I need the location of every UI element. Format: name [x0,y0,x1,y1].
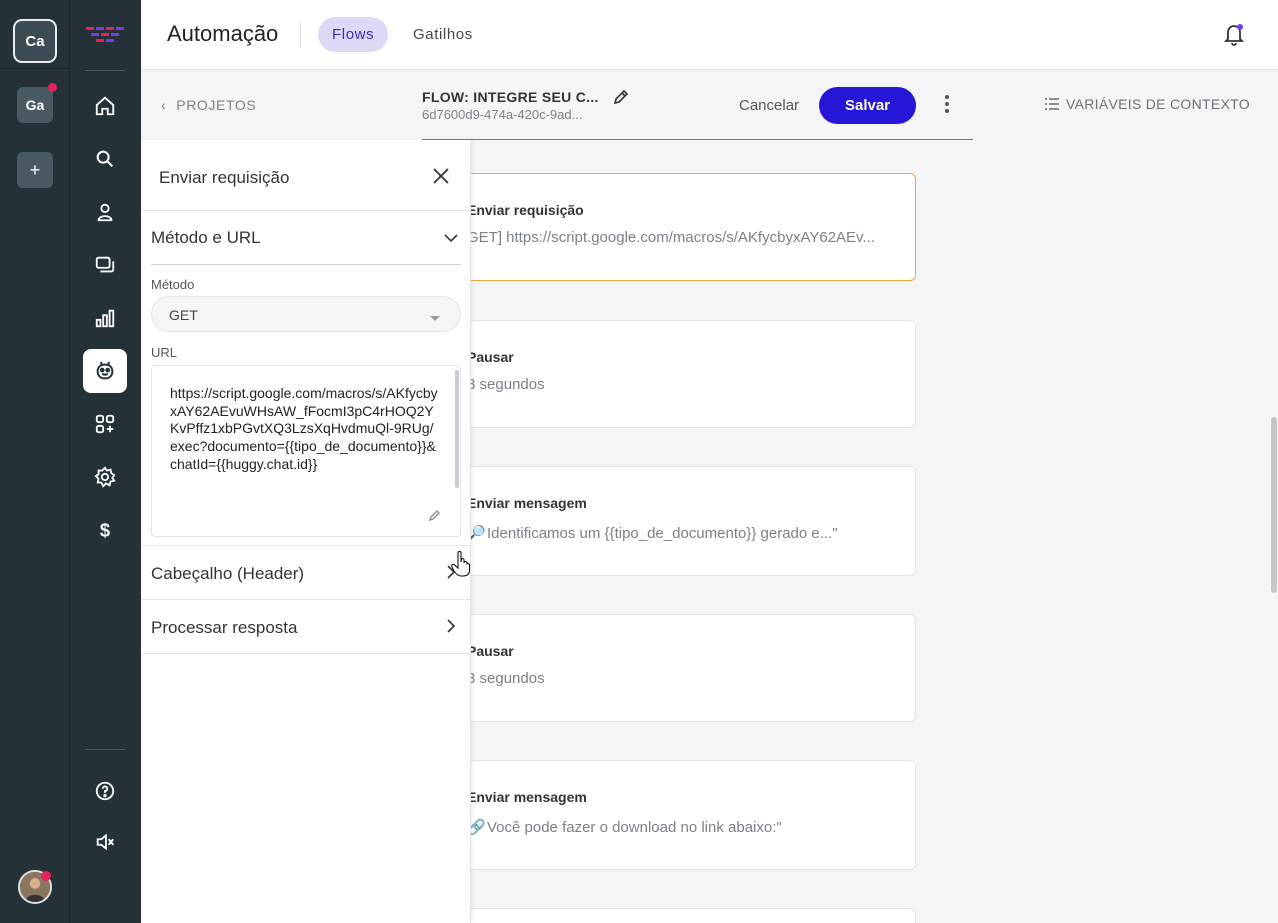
card-title: Enviar requisição [467,202,584,218]
more-options-icon[interactable] [941,94,953,114]
section-divider [141,653,471,654]
close-icon[interactable] [432,167,450,185]
section-response[interactable]: Processar resposta [151,618,297,638]
help-icon[interactable] [83,769,127,813]
avatar-status-dot [41,871,51,881]
sound-muted-icon[interactable] [83,820,127,864]
url-label: URL [151,345,178,360]
flow-title: FLOW: INTEGRE SEU C... [422,89,599,105]
back-to-projects-link[interactable]: ‹ PROJETOS [161,97,256,113]
flow-toolbar: ‹ PROJETOS FLOW: INTEGRE SEU C... 6d7600… [141,70,1278,140]
tab-flows[interactable]: Flows [318,17,389,52]
notification-bell-icon[interactable] [1223,22,1245,46]
edit-title-pencil-icon[interactable] [612,88,630,106]
caret-down-icon [430,316,440,321]
url-scrollbar[interactable] [455,370,459,488]
method-value: GET [169,307,198,323]
flow-step-card[interactable]: Enviar requisição GET] https://script.go… [400,173,916,281]
flow-step-card[interactable]: Enviar mensagem 🔗Você pode fazer o downl… [400,760,916,870]
rail-divider [0,68,70,69]
tab-gatilhos[interactable]: Gatilhos [399,17,487,52]
panel-title: Enviar requisição [159,168,290,187]
notification-dot [48,83,57,92]
pencil-icon[interactable] [428,508,442,522]
page-title: Automação [167,21,279,46]
workspace-rail: Ca Ga + [0,0,70,923]
request-config-panel: Enviar requisição Método e URL Método GE… [141,140,471,923]
flow-step-card[interactable] [400,908,916,923]
page-scrollbar[interactable] [1271,417,1277,593]
section-divider [141,599,471,600]
flow-id: 6d7600d9-474a-420c-9ad... [422,107,583,122]
settings-icon[interactable] [83,455,127,499]
hand-cursor-icon [451,551,470,577]
search-icon[interactable] [83,137,127,181]
header-divider [300,22,301,48]
main-nav: $ [70,0,141,923]
flow-step-card[interactable]: Enviar mensagem 🔎Identificamos um {{tipo… [400,466,916,576]
add-workspace-button[interactable]: + [17,152,53,188]
card-description: 🔗Você pode fazer o download no link abai… [467,818,782,836]
section-header[interactable]: Cabeçalho (Header) [151,564,304,584]
card-title: Pausar [467,349,514,365]
section-divider [151,264,461,265]
billing-icon[interactable]: $ [83,508,127,552]
flow-step-card[interactable]: Pausar 3 segundos [400,614,916,722]
chats-icon[interactable] [83,243,127,287]
svg-text:$: $ [100,519,110,540]
nav-divider [85,70,125,71]
workspace-ca[interactable]: Ca [13,19,57,63]
chevron-right-icon[interactable] [443,618,459,634]
cancel-button[interactable]: Cancelar [739,97,799,114]
card-description: 🔎Identificamos um {{tipo_de_documento}} … [467,524,838,542]
reports-icon[interactable] [83,296,127,340]
workspace-ga[interactable]: Ga [17,83,57,123]
chevron-down-icon[interactable] [443,230,459,246]
chevron-left-icon: ‹ [161,97,167,113]
context-variables-label: VARIÁVEIS DE CONTEXTO [1066,96,1250,112]
panel-divider [141,210,471,211]
flow-step-card[interactable]: Pausar 3 segundos [400,320,916,428]
save-button[interactable]: Salvar [819,87,916,124]
url-value: https://script.google.com/macros/s/AKfyc… [170,385,438,472]
url-field[interactable]: https://script.google.com/macros/s/AKfyc… [151,365,461,537]
card-description: GET] https://script.google.com/macros/s/… [467,229,875,246]
card-title: Enviar mensagem [467,789,587,805]
card-title: Pausar [467,643,514,659]
contacts-icon[interactable] [83,190,127,234]
card-description-text: Identificamos um {{tipo_de_documento}} g… [487,525,838,542]
home-icon[interactable] [83,84,127,128]
card-description: 3 segundos [467,670,545,687]
toolbar-underline [422,139,973,140]
section-method-url[interactable]: Método e URL [151,228,261,248]
nav-divider-bottom [85,749,125,750]
card-title: Enviar mensagem [467,495,587,511]
automation-icon[interactable] [83,349,127,393]
card-description-text: Você pode fazer o download no link abaix… [487,819,782,836]
list-icon [1045,98,1059,110]
card-description: 3 segundos [467,376,545,393]
logo-icon [86,27,124,42]
apps-icon[interactable] [83,402,127,446]
top-header: Automação Flows Gatilhos [141,0,1278,70]
context-variables-button[interactable]: VARIÁVEIS DE CONTEXTO [1044,96,1250,112]
section-divider [141,545,471,546]
method-select[interactable]: GET [151,296,461,332]
method-label: Método [151,277,195,292]
back-label: PROJETOS [176,97,257,113]
